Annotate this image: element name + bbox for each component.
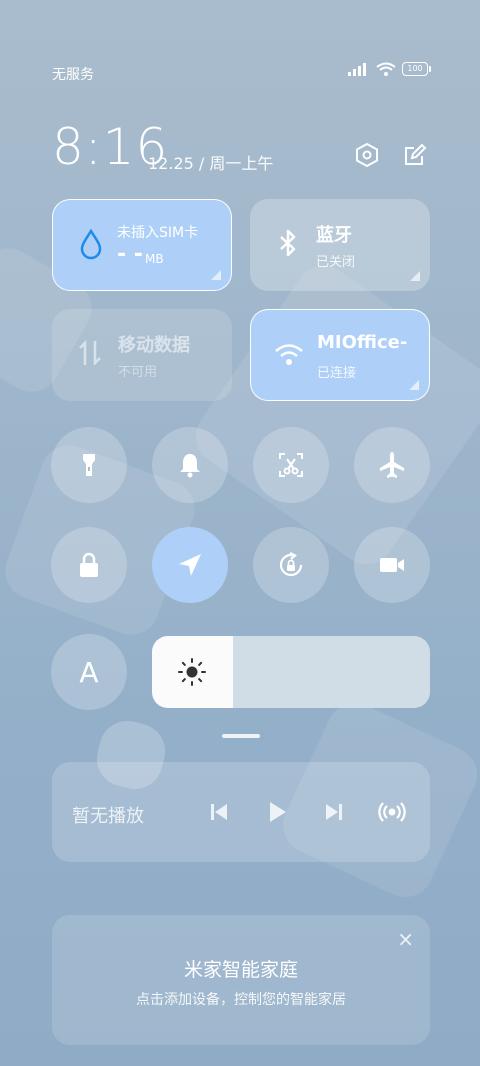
carrier-label: 无服务 (52, 67, 94, 83)
smart-home-title: 米家智能家庭 (183, 959, 298, 981)
wifi-icon (275, 344, 303, 365)
rotation-lock-icon (279, 552, 303, 577)
tile-corner-indicator (410, 271, 420, 281)
bell-icon (180, 454, 200, 478)
font-size-button[interactable]: A (51, 634, 127, 710)
video-camera-icon (380, 558, 404, 572)
audio-output-icon[interactable] (378, 798, 406, 826)
bluetooth-status: 已关闭 (316, 255, 356, 270)
location-toggle[interactable] (152, 527, 228, 603)
settings-icon[interactable] (354, 142, 380, 168)
airplane-mode-toggle[interactable] (354, 427, 430, 503)
mobile-data-label: 移动数据 (118, 335, 190, 356)
status-bar: 无服务 100 (52, 62, 431, 86)
close-icon[interactable]: × (397, 927, 414, 951)
bluetooth-label: 蓝牙 (316, 225, 352, 246)
data-usage-value: - - (117, 242, 143, 267)
data-usage-unit: MB (145, 252, 164, 266)
signal-icon (348, 63, 366, 76)
media-card[interactable]: 暂无播放 (52, 762, 430, 862)
location-arrow-icon (179, 554, 201, 576)
mobile-data-status: 不可用 (118, 365, 158, 380)
brightness-sun-icon (178, 658, 206, 686)
expand-handle[interactable] (222, 734, 260, 738)
edit-icon[interactable] (402, 142, 428, 168)
smart-home-card[interactable]: × 米家智能家庭 点击添加设备，控制您的智能家居 (52, 915, 430, 1045)
previous-track-icon[interactable] (205, 798, 233, 826)
smart-home-subtitle: 点击添加设备，控制您的智能家居 (136, 992, 346, 1008)
media-title: 暂无播放 (72, 806, 144, 827)
flashlight-toggle[interactable] (51, 427, 127, 503)
sim-status-label: 未插入SIM卡 (117, 225, 199, 241)
flashlight-icon (83, 454, 95, 476)
screenshot-toggle[interactable] (253, 427, 329, 503)
play-icon[interactable] (263, 798, 291, 826)
wifi-status: 已连接 (317, 366, 357, 381)
wifi-network-name: MIOffice- (317, 332, 408, 353)
battery-icon: 100 (402, 62, 431, 76)
wifi-tile[interactable]: MIOffice- 已连接 (250, 309, 430, 401)
tile-corner-indicator (211, 270, 221, 280)
wifi-status-icon (376, 62, 396, 76)
lock-icon (80, 552, 98, 577)
screenshot-scissors-icon (279, 453, 303, 477)
bluetooth-tile[interactable]: 蓝牙 已关闭 (250, 199, 430, 291)
next-track-icon[interactable] (320, 798, 348, 826)
ringtone-toggle[interactable] (152, 427, 228, 503)
font-size-label: A (79, 655, 99, 689)
mobile-data-tile[interactable]: 移动数据 不可用 (52, 309, 232, 401)
background-shape (184, 254, 480, 576)
mobile-data-icon (79, 339, 101, 367)
brightness-slider[interactable] (152, 636, 430, 708)
airplane-icon (380, 452, 404, 478)
lock-screen-button[interactable] (51, 527, 127, 603)
tile-corner-indicator (409, 380, 419, 390)
date-label: 12.25 / 周一上午 (148, 154, 274, 173)
rotation-lock-toggle[interactable] (253, 527, 329, 603)
data-usage-tile[interactable]: 未插入SIM卡 - - MB (52, 199, 232, 291)
bluetooth-icon (280, 229, 296, 257)
water-drop-icon (80, 228, 102, 260)
screen-record-toggle[interactable] (354, 527, 430, 603)
